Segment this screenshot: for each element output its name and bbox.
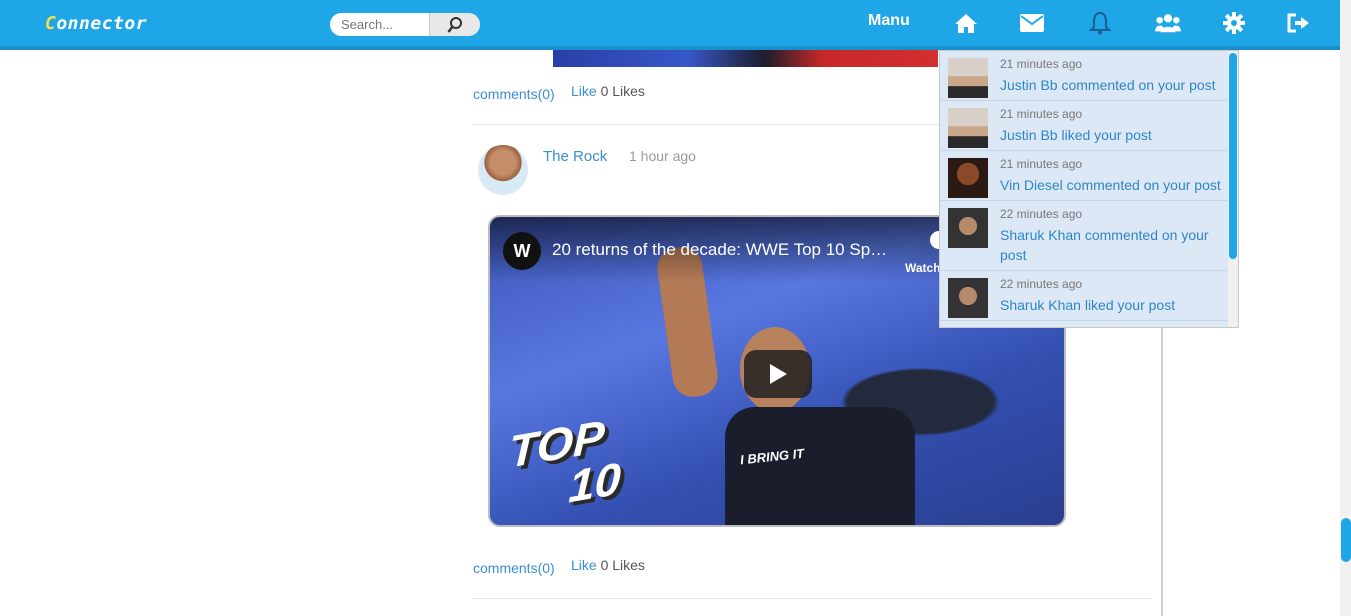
previous-post-like-row: Like 0 Likes [571,83,645,99]
notification-item[interactable]: 21 minutes ago Justin Bb liked your post [940,101,1228,151]
notification-item[interactable]: 21 minutes ago Justin Bb commented on yo… [940,51,1228,101]
notification-time: 21 minutes ago [1000,57,1083,71]
friends-icon[interactable] [1155,11,1181,35]
channel-logo-icon[interactable]: W [503,232,541,270]
play-icon [770,364,787,384]
avatar [948,208,988,248]
menu-label[interactable]: Manu [868,12,910,30]
post-timestamp: 1 hour ago [629,148,696,164]
search-button[interactable] [429,13,480,36]
comments-link[interactable]: comments(0) [473,560,555,576]
notification-item[interactable] [940,321,1228,327]
notifications-scrollbar[interactable] [1228,51,1238,327]
watch-later-label[interactable]: Watch [905,261,941,275]
home-icon[interactable] [953,11,979,35]
app-logo[interactable]: Connector [45,13,147,34]
notification-time: 21 minutes ago [1000,157,1083,171]
notification-text[interactable]: Vin Diesel commented on your post [1000,175,1226,195]
post-actions: comments(0) [473,560,555,576]
video-title[interactable]: 20 returns of the decade: WWE Top 10 Sp… [552,240,887,260]
avatar [948,158,988,198]
like-button[interactable]: Like [571,83,597,99]
scrollbar-thumb[interactable] [1341,518,1351,562]
mail-icon[interactable] [1019,11,1045,35]
notification-text[interactable]: Justin Bb liked your post [1000,125,1226,145]
post-like-row: Like 0 Likes [571,557,645,573]
avatar [948,108,988,148]
video-thumbnail-figure [725,407,915,525]
scrollbar-thumb[interactable] [1229,53,1237,259]
notification-text[interactable]: Sharuk Khan commented on your post [1000,225,1226,265]
page-scrollbar[interactable] [1340,0,1351,616]
post-author[interactable]: The Rock [543,148,607,165]
avatar[interactable] [478,145,528,195]
likes-count: 0 Likes [600,557,645,573]
search-icon [447,16,462,33]
gear-icon[interactable] [1221,11,1247,35]
post-divider [473,598,1151,599]
notification-text[interactable]: Sharuk Khan liked your post [1000,295,1226,315]
notifications-dropdown: 21 minutes ago Justin Bb commented on yo… [939,50,1239,328]
notification-time: 21 minutes ago [1000,107,1083,121]
video-top10-graphic: TOP 10 [507,410,622,513]
notification-text[interactable]: Justin Bb commented on your post [1000,75,1226,95]
play-button[interactable] [744,350,812,398]
notification-item[interactable]: 22 minutes ago Sharuk Khan liked your po… [940,271,1228,321]
bell-icon[interactable] [1087,11,1113,35]
logout-icon[interactable] [1286,11,1312,35]
likes-count: 0 Likes [600,83,645,99]
notification-item[interactable]: 22 minutes ago Sharuk Khan commented on … [940,201,1228,271]
feed-right-border [1161,324,1163,616]
notification-item[interactable]: 21 minutes ago Vin Diesel commented on y… [940,151,1228,201]
top-navbar: Connector Manu [0,0,1340,50]
notification-time: 22 minutes ago [1000,277,1083,291]
comments-link[interactable]: comments(0) [473,86,555,102]
notification-time: 22 minutes ago [1000,207,1083,221]
search-input[interactable] [330,13,429,36]
like-button[interactable]: Like [571,557,597,573]
previous-post-actions: comments(0) [473,86,555,102]
avatar [948,278,988,318]
search-box [330,13,480,36]
avatar [948,58,988,98]
